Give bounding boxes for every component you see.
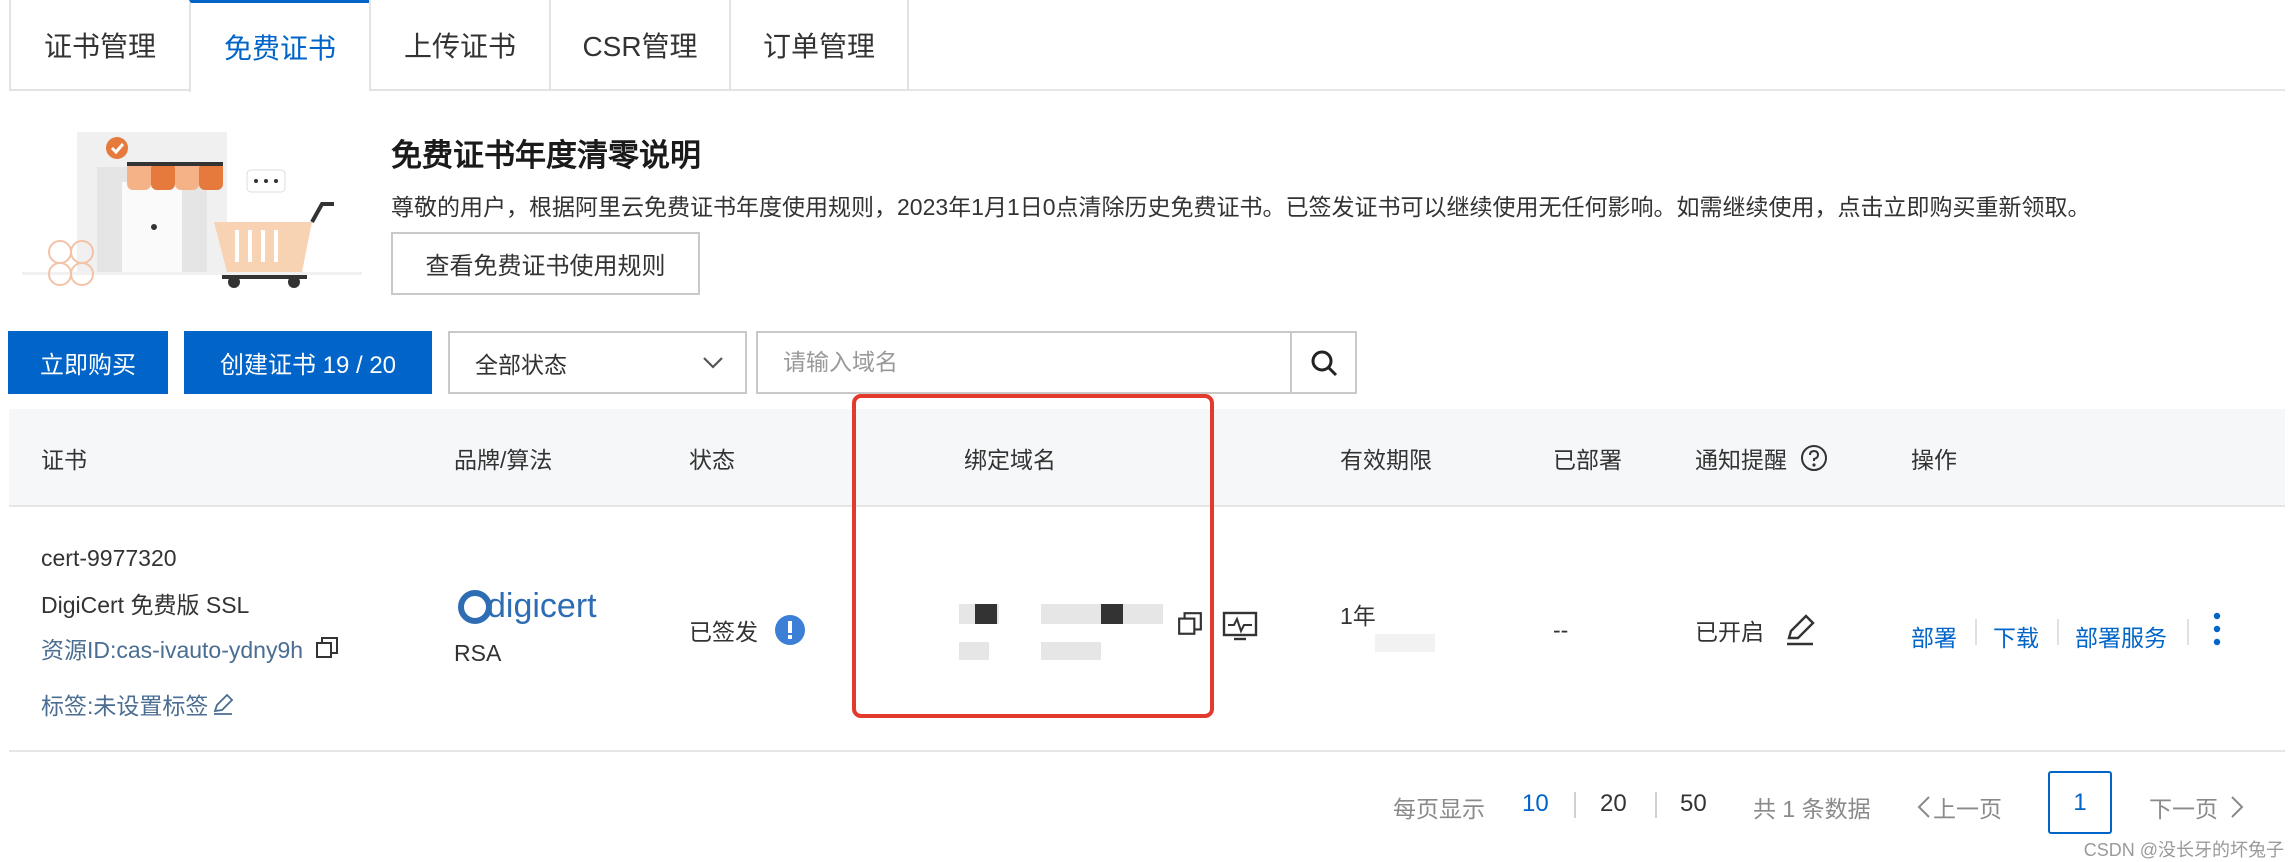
notify-cell: 已开启 <box>1695 613 1816 647</box>
header-cert: 证书 <box>41 447 87 473</box>
create-cert-button[interactable]: 创建证书 19 / 20 <box>184 331 432 394</box>
monitor-icon[interactable] <box>1222 611 1258 641</box>
header-actions: 操作 <box>1911 447 1957 473</box>
copy-icon[interactable] <box>315 636 339 660</box>
notice-title: 免费证书年度清零说明 <box>391 138 701 173</box>
header-notify: 通知提醒 <box>1695 409 1829 507</box>
help-icon[interactable] <box>1799 443 1829 473</box>
header-notify-label: 通知提醒 <box>1695 447 1787 473</box>
cert-name: cert-9977320 <box>41 545 177 571</box>
page-size-divider <box>1655 792 1657 818</box>
notice-body: 尊敬的用户，根据阿里云免费证书年度使用规则，2023年1月1日0点清除历史免费证… <box>391 194 2091 220</box>
next-page-label: 下一页 <box>2149 796 2218 822</box>
domain-highlight-box <box>852 394 1214 718</box>
tab-free-cert[interactable]: 免费证书 <box>189 0 369 93</box>
download-link[interactable]: 下载 <box>1993 619 2039 653</box>
edit-icon[interactable] <box>212 693 234 715</box>
total-count: 共 1 条数据 <box>1753 796 1871 822</box>
notify-status: 已开启 <box>1695 619 1764 645</box>
header-deployed: 已部署 <box>1553 447 1622 473</box>
domain-search-input[interactable] <box>756 331 1292 394</box>
algorithm: RSA <box>454 640 502 666</box>
buy-now-button[interactable]: 立即购买 <box>8 331 168 394</box>
status-filter-select[interactable]: 全部状态 <box>448 331 747 394</box>
chevron-right-icon <box>2231 796 2244 818</box>
page-size-10[interactable]: 10 <box>1522 790 1549 818</box>
watermark: CSDN @没长牙的坏兔子 <box>2083 840 2284 860</box>
current-page[interactable]: 1 <box>2048 771 2112 834</box>
status-text: 已签发 <box>689 619 758 645</box>
action-divider <box>2187 619 2189 645</box>
shop-cart-illustration <box>22 132 362 288</box>
tag-text: 标签:未设置标签 <box>41 693 209 719</box>
redacted-validity-date <box>1375 634 1435 652</box>
digicert-logo: digicert <box>458 587 597 625</box>
tab-csr-management[interactable]: CSR管理 <box>549 0 729 91</box>
status-filter-value: 全部状态 <box>475 351 567 378</box>
more-vertical-icon[interactable] <box>2211 611 2223 647</box>
chevron-left-icon <box>1917 796 1930 818</box>
edit-icon[interactable] <box>1784 614 1816 646</box>
action-divider <box>2057 619 2059 645</box>
page-size-divider <box>1574 792 1576 818</box>
view-rules-button[interactable]: 查看免费证书使用规则 <box>391 232 700 295</box>
cert-type: DigiCert 免费版 SSL <box>41 592 250 618</box>
tab-cert-management[interactable]: 证书管理 <box>9 0 189 91</box>
deploy-service-link[interactable]: 部署服务 <box>2075 619 2167 653</box>
deployed-count: -- <box>1553 617 1569 643</box>
validity: 1年 <box>1340 603 1376 629</box>
resource-id: 资源ID:cas-ivauto-ydny9h <box>41 631 339 665</box>
page-size-20[interactable]: 20 <box>1600 790 1627 818</box>
tag-link[interactable]: 标签:未设置标签 <box>41 687 234 721</box>
tab-order-management[interactable]: 订单管理 <box>729 0 909 91</box>
search-icon <box>1311 350 1337 376</box>
tab-bar: 证书管理 免费证书 上传证书 CSR管理 订单管理 <box>9 0 2285 93</box>
prev-page-button[interactable]: 上一页 <box>1915 790 2002 824</box>
header-status: 状态 <box>689 447 735 473</box>
deploy-link[interactable]: 部署 <box>1911 619 1957 653</box>
search-button[interactable] <box>1290 331 1357 394</box>
prev-page-label: 上一页 <box>1933 796 2002 822</box>
page-size-50[interactable]: 50 <box>1680 790 1707 818</box>
action-divider <box>1975 619 1977 645</box>
per-page-label: 每页显示 <box>1393 796 1485 822</box>
chevron-down-icon <box>703 357 723 369</box>
resource-id-text: 资源ID:cas-ivauto-ydny9h <box>41 637 304 663</box>
svg-text:digicert: digicert <box>487 587 597 625</box>
tab-upload-cert[interactable]: 上传证书 <box>369 0 549 91</box>
status-cell: 已签发 <box>689 613 806 647</box>
next-page-button[interactable]: 下一页 <box>2149 790 2246 824</box>
header-validity: 有效期限 <box>1340 447 1432 473</box>
header-brand: 品牌/算法 <box>454 447 553 473</box>
info-icon[interactable] <box>774 614 806 646</box>
